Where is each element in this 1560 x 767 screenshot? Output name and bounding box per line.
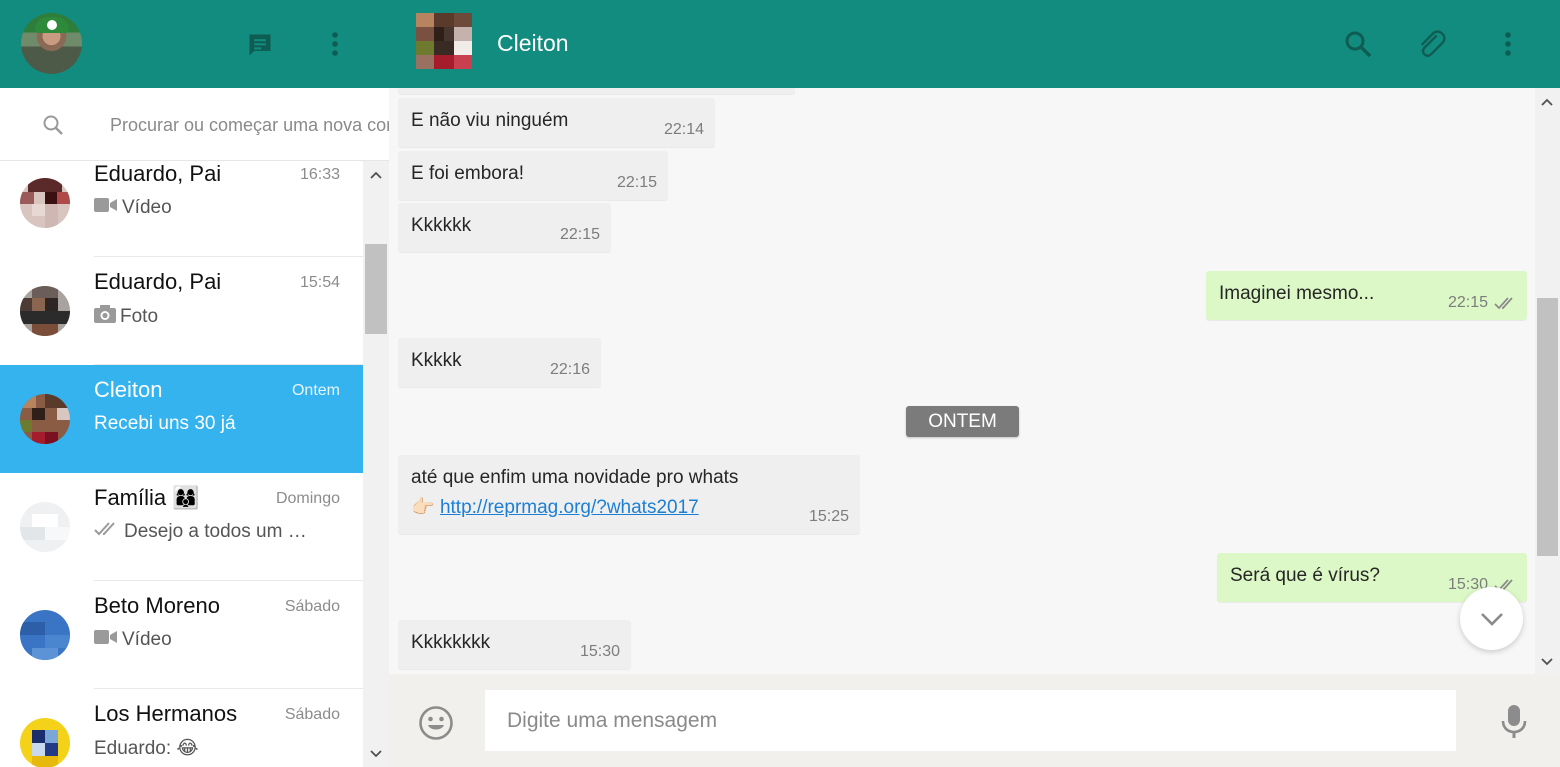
message-link[interactable]: http://reprmag.org/?whats2017	[440, 497, 699, 518]
message-text: Kkkkk	[411, 350, 462, 371]
chat-time: Sábado	[284, 706, 340, 723]
message-bubble-in: E foi embora! 22:15	[398, 151, 668, 200]
day-divider: ONTEM	[906, 406, 1019, 437]
chat-preview-text: Recebi uns 30 já	[94, 413, 236, 434]
microphone-icon[interactable]	[1501, 704, 1527, 745]
message-bubble-in: E não viu ninguém 22:14	[398, 98, 715, 147]
chat-time: 16:33	[299, 166, 340, 183]
contact-name: Cleiton	[497, 30, 569, 56]
message-text: Será que é vírus?	[1230, 565, 1380, 586]
contact-avatar	[20, 394, 70, 444]
chat-preview-text: Foto	[120, 306, 159, 327]
chat-name: Família 👩‍👩‍👦	[94, 485, 200, 510]
message-area: E não viu ninguém 22:14 E foi embora! 22…	[389, 88, 1535, 674]
message-text: Imaginei mesmo...	[1219, 283, 1375, 304]
chat-item-active[interactable]: Cleiton Ontem Recebi uns 30 já	[0, 365, 363, 473]
chat-time: 15:54	[299, 274, 340, 291]
message-bubble-in: Kkkkkk 22:15	[398, 203, 611, 252]
chat-preview: Foto	[94, 305, 339, 329]
video-icon	[94, 629, 118, 651]
chat-list: Eduardo, Pai 16:33 Vídeo Eduardo, Pai 15…	[0, 161, 363, 767]
message-time: 22:15	[559, 226, 600, 243]
message-scrollbar[interactable]	[1535, 88, 1560, 674]
message-text: E não viu ninguém	[411, 110, 569, 131]
camera-icon	[94, 305, 116, 329]
chat-time: Sábado	[284, 598, 340, 615]
chat-list-scrollbar[interactable]	[363, 161, 389, 767]
message-bubble-partial	[398, 88, 795, 94]
chat-preview: Eduardo: 😂	[94, 737, 339, 760]
scroll-up-icon[interactable]	[1541, 97, 1553, 109]
chat-item[interactable]: Beto Moreno Sábado Vídeo	[0, 581, 363, 689]
chat-name: Eduardo, Pai	[94, 269, 222, 294]
message-time-row: 22:15	[1448, 294, 1516, 312]
scrollbar-thumb[interactable]	[1537, 298, 1558, 556]
pointing-hand-emoji: 👉🏻	[411, 497, 435, 518]
chat-item[interactable]: Eduardo, Pai 15:54 Foto	[0, 257, 363, 365]
chat-preview: Desejo a todos um …	[94, 521, 339, 543]
message-time: 22:14	[663, 121, 704, 138]
contact-avatar[interactable]	[416, 13, 472, 69]
message-text: Kkkkkk	[411, 215, 472, 236]
conversation-header[interactable]: Cleiton	[389, 0, 1560, 88]
menu-icon[interactable]	[1493, 29, 1523, 59]
chat-time: Ontem	[291, 382, 340, 399]
double-check-icon	[1494, 297, 1513, 310]
search-icon[interactable]	[1343, 29, 1373, 59]
chat-preview-text: Desejo a todos um …	[124, 521, 307, 542]
message-time: 22:16	[549, 361, 590, 378]
chat-name: Los Hermanos	[94, 701, 238, 726]
paperclip-icon[interactable]	[1416, 29, 1446, 59]
contact-avatar	[20, 610, 70, 660]
chat-name: Cleiton	[94, 377, 163, 402]
left-header	[0, 0, 389, 88]
message-text: Kkkkkkkk	[411, 632, 491, 653]
message-time: 22:15	[616, 174, 657, 191]
chat-list-panel: Eduardo, Pai 16:33 Vídeo Eduardo, Pai 15…	[0, 0, 389, 767]
message-bubble-in: Kkkkk 22:16	[398, 338, 601, 387]
chat-item[interactable]: Los Hermanos Sábado Eduardo: 😂	[0, 689, 363, 767]
composer-bar	[389, 674, 1560, 767]
contact-avatar	[20, 178, 70, 228]
message-bubble-out: Imaginei mesmo... 22:15	[1206, 271, 1527, 320]
message-time: 15:25	[808, 508, 849, 525]
menu-icon[interactable]	[320, 29, 350, 59]
new-chat-icon[interactable]	[245, 30, 275, 60]
emoji-icon[interactable]	[418, 705, 454, 746]
double-check-icon	[94, 521, 120, 543]
message-time: 22:15	[1447, 294, 1488, 311]
chat-time: Domingo	[275, 490, 340, 507]
chat-preview: Vídeo	[94, 629, 339, 651]
chat-preview-text: Vídeo	[122, 629, 172, 650]
chat-name: Eduardo, Pai	[94, 161, 222, 186]
scrollbar-thumb[interactable]	[365, 244, 387, 334]
chat-item[interactable]: Eduardo, Pai 16:33 Vídeo	[0, 161, 363, 257]
video-icon	[94, 197, 118, 219]
contact-avatar	[20, 718, 70, 767]
scroll-to-bottom-button[interactable]	[1460, 587, 1523, 650]
chevron-down-icon	[1480, 612, 1503, 626]
chat-preview: Recebi uns 30 já	[94, 413, 339, 435]
scroll-down-icon[interactable]	[1541, 655, 1553, 667]
scroll-up-icon[interactable]	[370, 170, 382, 182]
message-input[interactable]	[485, 690, 1456, 751]
chat-preview: Vídeo	[94, 197, 339, 219]
chat-preview-text: Vídeo	[122, 197, 172, 218]
chat-preview-text: Eduardo: 😂	[94, 738, 199, 759]
search-icon	[41, 113, 65, 142]
scroll-down-icon[interactable]	[370, 747, 382, 759]
search-input[interactable]	[110, 112, 389, 138]
message-bubble-in: até que enfim uma novidade pro whats 👉🏻 …	[398, 455, 860, 534]
contact-avatar	[20, 286, 70, 336]
chat-item[interactable]: Família 👩‍👩‍👦 Domingo Desejo a todos um …	[0, 473, 363, 581]
contact-avatar	[20, 502, 70, 552]
message-text: até que enfim uma novidade pro whats	[411, 467, 739, 488]
my-profile-avatar[interactable]	[21, 13, 82, 74]
message-text: E foi embora!	[411, 163, 524, 184]
chat-name: Beto Moreno	[94, 593, 220, 618]
message-time: 15:30	[579, 643, 620, 660]
search-bar	[0, 88, 389, 161]
message-link-row: 👉🏻 http://reprmag.org/?whats2017	[411, 495, 699, 519]
message-bubble-in: Kkkkkkkk 15:30	[398, 620, 631, 669]
